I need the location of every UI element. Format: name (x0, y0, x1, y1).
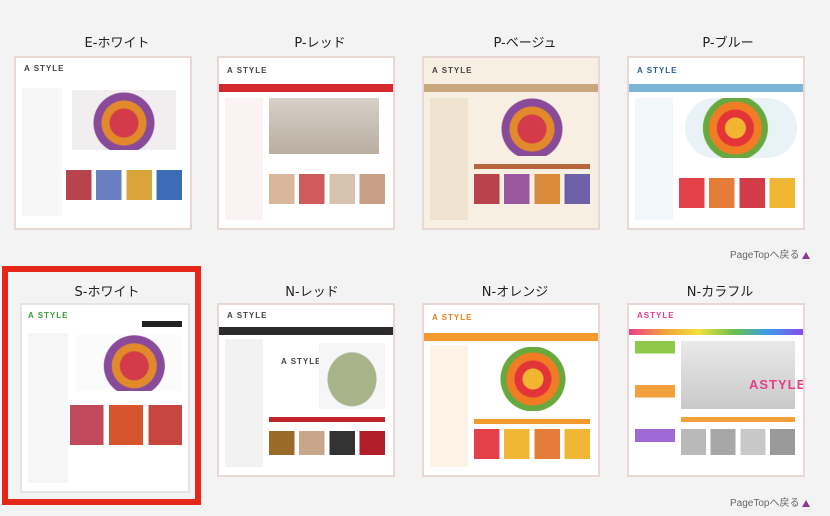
thumb-nav-bar (424, 333, 598, 341)
thumb-hero-image (681, 341, 795, 409)
thumb-products (269, 174, 385, 204)
thumb-nav-bar (629, 84, 803, 92)
thumb-hero-image (685, 98, 797, 158)
thumb-section-bar (474, 419, 590, 424)
thumb-logo: A STYLE (637, 66, 678, 75)
thumb-products (681, 429, 795, 455)
thumb-logo: A STYLE (432, 313, 473, 322)
page-top-label: PageTopへ戻る (730, 250, 800, 261)
theme-thumbnail-n-colorful[interactable]: ASTYLE ASTYLE (627, 303, 805, 477)
thumb-hero-image (478, 347, 588, 411)
triangle-up-icon (802, 500, 811, 507)
theme-title-n-orange: N-オレンジ (481, 285, 549, 300)
theme-thumbnail-e-white[interactable]: A STYLE (14, 56, 192, 230)
theme-thumbnail-n-red[interactable]: A STYLE A STYLE (217, 303, 395, 477)
thumb-products (269, 431, 385, 455)
theme-title-p-blue: P-ブルー (702, 36, 754, 51)
thumb-hero-text: A STYLE (281, 357, 322, 366)
thumb-sidebar (225, 98, 263, 220)
thumb-logo: ASTYLE (637, 311, 675, 320)
theme-thumbnail-p-red[interactable]: A STYLE (217, 56, 395, 230)
theme-thumbnail-p-beige[interactable]: A STYLE (422, 56, 600, 230)
thumb-hero-image (480, 96, 584, 156)
page-top-link[interactable]: PageTopへ戻る (730, 494, 811, 509)
thumb-sidebar (635, 98, 673, 220)
thumb-section-bar (474, 164, 590, 169)
thumb-products (66, 170, 182, 200)
thumb-sidebar (22, 88, 62, 216)
thumb-hero-image (72, 90, 176, 150)
thumb-hero-image (319, 343, 385, 409)
thumb-products (679, 178, 795, 208)
triangle-up-icon (802, 252, 811, 259)
thumb-nav-bar (424, 84, 598, 92)
theme-title-n-red: N-レッド (285, 285, 339, 300)
thumb-section-bar (269, 417, 385, 422)
thumb-nav-bar (219, 327, 393, 335)
thumb-nav-bar (629, 329, 803, 335)
thumb-sidebar (225, 339, 263, 467)
thumb-logo: A STYLE (432, 66, 473, 75)
theme-title-e-white: E-ホワイト (84, 36, 150, 51)
thumb-sidebar (635, 341, 675, 467)
thumb-hero-text: ASTYLE (749, 377, 805, 392)
theme-thumbnail-p-blue[interactable]: A STYLE (627, 56, 805, 230)
thumb-products (474, 174, 590, 204)
thumb-logo: A STYLE (227, 311, 268, 320)
theme-title-p-red: P-レッド (294, 36, 346, 51)
page-top-link[interactable]: PageTopへ戻る (730, 246, 811, 261)
thumb-logo: A STYLE (227, 66, 268, 75)
thumb-sidebar (430, 98, 468, 220)
thumb-sidebar (430, 345, 468, 467)
selected-theme-highlight (2, 266, 201, 505)
thumb-section-bar (681, 417, 795, 422)
theme-thumbnail-n-orange[interactable]: A STYLE (422, 303, 600, 477)
thumb-logo: A STYLE (24, 64, 65, 73)
thumb-products (474, 429, 590, 459)
page-top-label: PageTopへ戻る (730, 498, 800, 509)
theme-title-p-beige: P-ベージュ (493, 36, 557, 51)
thumb-hero-image (269, 98, 379, 154)
thumb-nav-bar (219, 84, 393, 92)
theme-title-n-colorful: N-カラフル (686, 285, 754, 300)
